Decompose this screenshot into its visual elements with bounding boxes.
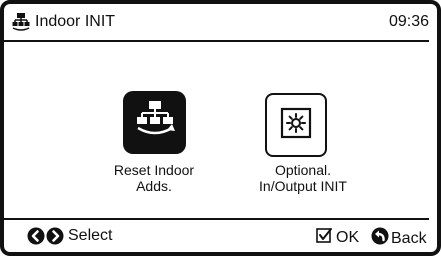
- back-arrow-icon: [371, 227, 389, 250]
- back-label: Back: [391, 229, 427, 247]
- reset-indoor-address-button[interactable]: [123, 91, 186, 154]
- back-button[interactable]: Back: [371, 227, 427, 250]
- optional-io-init-label: Optional. In/Output INIT: [259, 162, 347, 194]
- page-title: Indoor INIT: [35, 13, 116, 30]
- optional-io-init-button[interactable]: [265, 93, 327, 157]
- ok-label: OK: [336, 229, 360, 246]
- select-label: Select: [68, 227, 113, 244]
- footer-divider: [4, 218, 429, 220]
- checkbox-icon: [316, 227, 333, 249]
- select-navigation: Select: [27, 227, 112, 245]
- reset-address-icon: [132, 97, 178, 148]
- right-arrow-icon[interactable]: [46, 227, 64, 245]
- ok-button[interactable]: OK: [316, 227, 359, 249]
- left-arrow-icon[interactable]: [27, 227, 45, 245]
- footer-bar: Select OK Back: [4, 222, 429, 252]
- clock-time: 09:36: [388, 13, 429, 30]
- indoor-unit-icon: [11, 12, 31, 32]
- reset-indoor-address-label: Reset Indoor Adds.: [113, 162, 195, 194]
- header-bar: Indoor INIT 09:36: [4, 4, 429, 40]
- header-divider: [4, 40, 429, 42]
- optional-io-icon: [280, 107, 312, 144]
